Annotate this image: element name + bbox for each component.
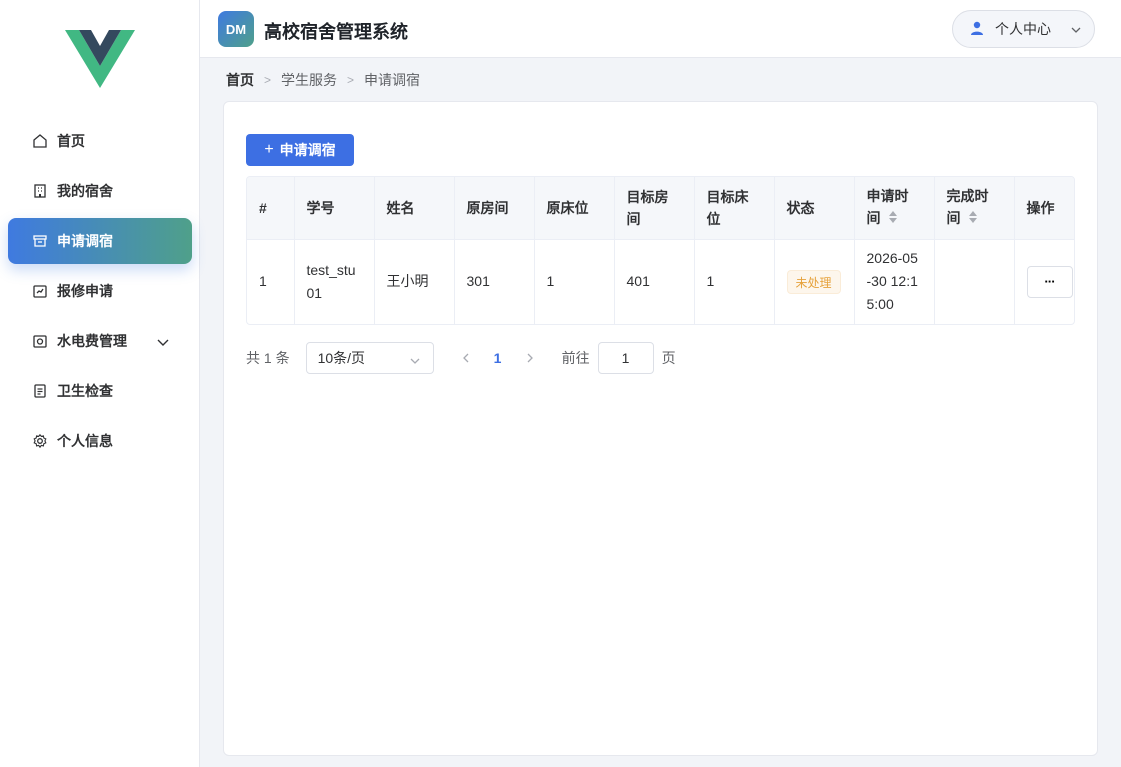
cell-status: 未处理 [774, 239, 855, 324]
top-header: DM 高校宿舍管理系统 个人中心 [200, 0, 1121, 58]
sidebar-item-label: 报修申请 [57, 283, 113, 299]
goto-page-input[interactable] [597, 342, 654, 374]
col-name: 姓名 [374, 177, 455, 240]
cell-index: 1 [247, 239, 295, 324]
chevron-down-icon [1070, 23, 1082, 39]
gear-icon [32, 433, 48, 449]
cell-name: 王小明 [374, 239, 455, 324]
breadcrumb-home[interactable]: 首页 [226, 70, 254, 90]
tool-box-icon [32, 283, 48, 299]
sidebar-item-apply-transfer[interactable]: 申请调宿 [8, 218, 192, 264]
col-orig-bed: 原床位 [534, 177, 615, 240]
breadcrumb-student-services: 学生服务 [281, 72, 338, 88]
sort-caret-icon[interactable] [968, 208, 978, 230]
sidebar-item-repair[interactable]: 报修申请 [8, 268, 192, 314]
page-suffix-label: 页 [661, 350, 676, 366]
cell-orig-room: 301 [454, 239, 535, 324]
app-title: 高校宿舍管理系统 [264, 22, 408, 42]
col-finish-time[interactable]: 完成时间 [934, 177, 1015, 240]
col-status: 状态 [774, 177, 855, 240]
brand-badge: DM [218, 11, 254, 47]
sidebar-item-my-dorm[interactable]: 我的宿舍 [8, 168, 192, 214]
table-row: 1 test_stu01 王小明 301 1 401 1 未处理 2026-05… [247, 239, 1074, 324]
archive-box-icon [32, 233, 48, 249]
building-icon [32, 183, 48, 199]
page-size-value: 10条/页 [317, 350, 366, 366]
col-target-bed: 目标床位 [694, 177, 775, 240]
breadcrumb: 首页 > 学生服务 > 申请调宿 [226, 70, 420, 90]
apply-transfer-label: 申请调宿 [279, 142, 336, 158]
table-header-row: # 学号 姓名 原房间 原床位 目标房间 目标床位 状态 申请时间 完成时间 操… [247, 177, 1074, 240]
chevron-down-icon [409, 354, 421, 370]
next-page-button[interactable] [514, 350, 546, 366]
chevron-down-icon [156, 335, 170, 351]
cell-actions: ··· [1014, 239, 1074, 324]
plus-icon: + [264, 141, 274, 158]
cell-orig-bed: 1 [534, 239, 615, 324]
user-center-label: 个人中心 [995, 21, 1051, 37]
more-actions-button[interactable]: ··· [1026, 265, 1073, 298]
sidebar: 首页 我的宿舍 申请调宿 报修申请 水电费管理 卫生检查 个人信息 [0, 0, 200, 767]
sidebar-item-utility[interactable]: 水电费管理 [8, 318, 192, 364]
cell-student-id: test_stu01 [294, 239, 375, 324]
sidebar-item-label: 水电费管理 [57, 333, 127, 349]
page-size-select[interactable]: 10条/页 [305, 342, 434, 374]
col-orig-room: 原房间 [454, 177, 535, 240]
chevron-right-icon: > [264, 73, 272, 87]
transfer-table: # 学号 姓名 原房间 原床位 目标房间 目标床位 状态 申请时间 完成时间 操… [246, 176, 1075, 325]
col-apply-time[interactable]: 申请时间 [854, 177, 935, 240]
content-card: + 申请调宿 # 学号 姓名 原房间 原床位 目标房间 目标床位 状态 申请时间… [223, 101, 1098, 756]
page-number-current[interactable]: 1 [482, 350, 514, 366]
user-icon [969, 20, 985, 39]
sidebar-item-home[interactable]: 首页 [8, 118, 192, 164]
user-center-dropdown[interactable]: 个人中心 [952, 10, 1095, 48]
cell-target-bed: 1 [694, 239, 775, 324]
sidebar-item-label: 个人信息 [57, 433, 113, 449]
vue-logo [60, 26, 140, 98]
sidebar-item-label: 卫生检查 [57, 383, 113, 399]
sidebar-item-hygiene[interactable]: 卫生检查 [8, 368, 192, 414]
col-index: # [247, 177, 295, 240]
status-badge: 未处理 [786, 269, 841, 294]
sidebar-item-profile[interactable]: 个人信息 [8, 418, 192, 464]
sidebar-item-label: 我的宿舍 [57, 183, 113, 199]
sort-caret-icon[interactable] [888, 208, 898, 230]
home-icon [32, 133, 48, 149]
pagination: 共 1 条 10条/页 1 前往 页 [246, 342, 676, 374]
vue-logo-icon [65, 30, 135, 88]
goto-label: 前往 [561, 350, 590, 366]
meter-icon [32, 333, 48, 349]
col-actions: 操作 [1014, 177, 1074, 240]
chevron-right-icon: > [347, 73, 355, 87]
apply-transfer-button[interactable]: + 申请调宿 [246, 134, 354, 166]
cell-apply-time: 2026-05-30 12:15:00 [854, 239, 935, 324]
col-student-id: 学号 [294, 177, 375, 240]
more-dots-icon: ··· [1044, 274, 1055, 290]
pagination-total: 共 1 条 [246, 350, 290, 366]
col-target-room: 目标房间 [614, 177, 695, 240]
cell-target-room: 401 [614, 239, 695, 324]
document-icon [32, 383, 48, 399]
breadcrumb-current: 申请调宿 [364, 72, 421, 88]
sidebar-menu: 首页 我的宿舍 申请调宿 报修申请 水电费管理 卫生检查 个人信息 [8, 118, 192, 468]
cell-finish-time [934, 239, 1015, 324]
sidebar-item-label: 申请调宿 [57, 233, 113, 249]
sidebar-item-label: 首页 [57, 133, 85, 149]
prev-page-button[interactable] [450, 350, 482, 366]
